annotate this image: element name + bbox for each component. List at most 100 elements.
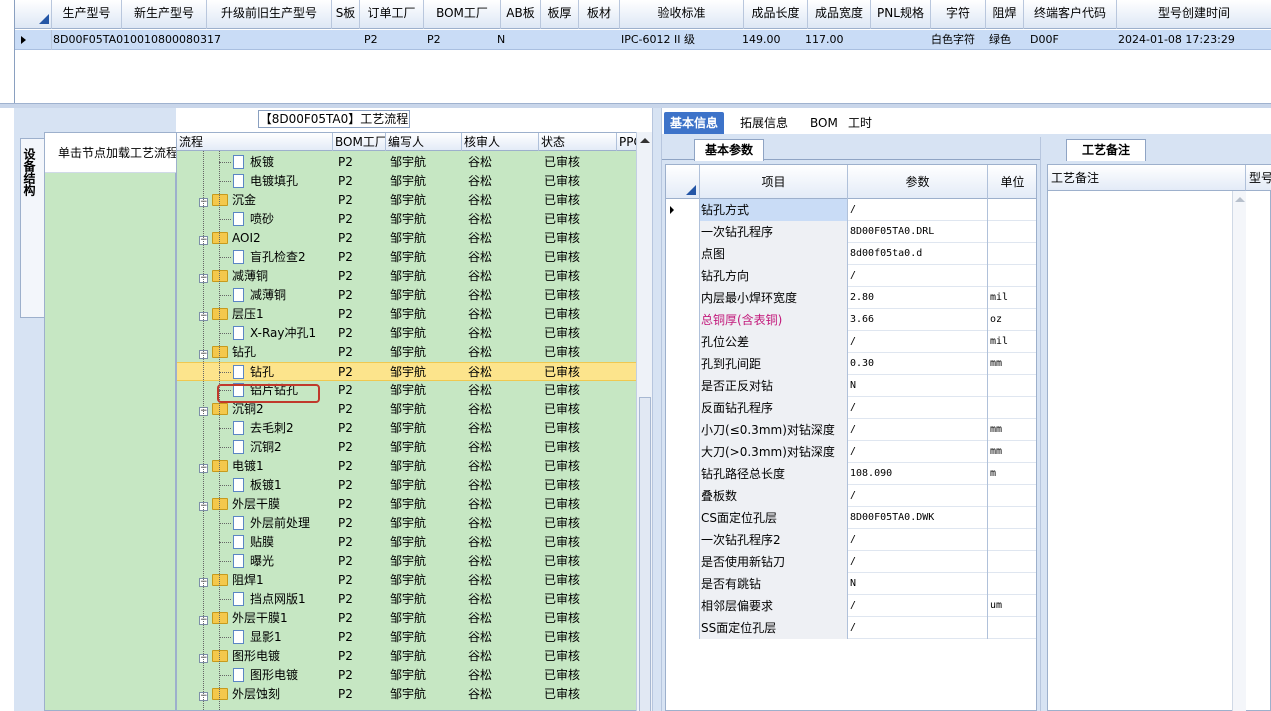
tree-scrollbar[interactable]: [636, 132, 652, 711]
cell-width[interactable]: 117.00: [805, 30, 844, 50]
tree-step-node[interactable]: 图形电镀: [219, 666, 298, 685]
list-item[interactable]: 显影1 P2 邹宇航 谷松 已审核: [177, 628, 637, 647]
list-item[interactable]: 板镀 P2 邹宇航 谷松 已审核: [177, 153, 637, 172]
table-row[interactable]: 钻孔路径总长度 108.090 m: [666, 463, 1036, 485]
param-value[interactable]: N: [848, 573, 988, 595]
row-indicator[interactable]: [666, 463, 700, 485]
cell-created[interactable]: 2024-01-08 17:23:29: [1118, 30, 1235, 50]
col-header-pnl[interactable]: PNL规格: [871, 0, 931, 29]
cell-character[interactable]: 白色字符: [931, 30, 975, 50]
table-row[interactable]: 反面钻孔程序 /: [666, 397, 1036, 419]
cell-solder-mask[interactable]: 绿色: [989, 30, 1011, 50]
col-header-material[interactable]: 板材: [579, 0, 620, 29]
table-row[interactable]: 一次钻孔程序2/: [666, 529, 1036, 551]
cell-length[interactable]: 149.00: [742, 30, 781, 50]
tree-folder-node[interactable]: − 电镀1: [199, 457, 264, 476]
tree-step-node[interactable]: 盲孔检查2: [219, 248, 306, 267]
list-item[interactable]: − 沉金 P2 邹宇航 谷松 已审核: [177, 191, 637, 210]
col-header-s-board[interactable]: S板: [332, 0, 360, 29]
vertical-splitter[interactable]: [652, 108, 662, 711]
col-header-customer-code[interactable]: 终端客户代码: [1024, 0, 1117, 29]
param-value[interactable]: 3.66: [848, 309, 988, 331]
row-indicator[interactable]: [666, 353, 700, 375]
list-item[interactable]: − 钻孔 P2 邹宇航 谷松 已审核: [177, 343, 637, 362]
tree-step-node[interactable]: 去毛刺2: [219, 419, 294, 438]
param-value[interactable]: /: [848, 529, 988, 551]
tree-folder-node[interactable]: − 钻孔: [199, 343, 256, 362]
list-item[interactable]: − AOI2 P2 邹宇航 谷松 已审核: [177, 229, 637, 248]
remark-scrollbar[interactable]: [1232, 191, 1246, 711]
col-header-item[interactable]: 项目: [700, 165, 848, 199]
row-indicator[interactable]: [666, 331, 700, 353]
row-indicator[interactable]: [666, 441, 700, 463]
tab-process-remark[interactable]: 工艺备注: [1066, 139, 1146, 161]
param-value[interactable]: /: [848, 199, 988, 221]
row-indicator[interactable]: [666, 617, 700, 639]
table-row[interactable]: 孔位公差 / mil: [666, 331, 1036, 353]
row-indicator[interactable]: [666, 397, 700, 419]
param-value[interactable]: 2.80: [848, 287, 988, 309]
param-value[interactable]: 108.090: [848, 463, 988, 485]
table-row[interactable]: CS面定位孔层 8D00F05TA0.DWK: [666, 507, 1036, 529]
list-item[interactable]: − 图形电镀 P2 邹宇航 谷松 已审核: [177, 647, 637, 666]
row-indicator[interactable]: [666, 595, 700, 617]
table-row[interactable]: SS面定位孔层 /: [666, 617, 1036, 639]
list-item[interactable]: − 电镀1 P2 邹宇航 谷松 已审核: [177, 457, 637, 476]
tree-folder-node[interactable]: − 外层干膜1: [199, 609, 288, 628]
col-header-bom-factory[interactable]: BOM工厂: [424, 0, 501, 29]
table-row[interactable]: 是否使用新钻刀 /: [666, 551, 1036, 573]
table-row[interactable]: 点图 8d00f05ta0.d: [666, 243, 1036, 265]
cell-bom-factory[interactable]: P2: [427, 30, 441, 50]
tree-folder-node[interactable]: − 阻焊1: [199, 571, 264, 590]
col-header-bom-factory[interactable]: BOM工厂: [333, 133, 386, 151]
list-item[interactable]: 沉铜2 P2 邹宇航 谷松 已审核: [177, 438, 637, 457]
tree-folder-node[interactable]: − 沉金: [199, 191, 256, 210]
col-header-reviewer[interactable]: 核审人: [462, 133, 539, 151]
col-header-new-model[interactable]: 新生产型号: [122, 0, 207, 29]
param-value[interactable]: /: [848, 617, 988, 639]
param-value[interactable]: /: [848, 331, 988, 353]
tree-step-node[interactable]: 贴膜: [219, 533, 274, 552]
list-item[interactable]: 外层前处理 P2 邹宇航 谷松 已审核: [177, 514, 637, 533]
list-item[interactable]: − 层压1 P2 邹宇航 谷松 已审核: [177, 305, 637, 324]
tree-step-node[interactable]: 板镀1: [219, 476, 282, 495]
grid-corner[interactable]: [666, 165, 700, 199]
tree-folder-node[interactable]: − AOI2: [199, 229, 261, 248]
param-value[interactable]: /: [848, 551, 988, 573]
col-header-unit[interactable]: 单位: [988, 165, 1036, 199]
col-header-status[interactable]: 状态: [539, 133, 617, 151]
cell-order-factory[interactable]: P2: [364, 30, 378, 50]
table-row[interactable]: 小刀(≤0.3mm)对钻深度 / mm: [666, 419, 1036, 441]
tree-step-node[interactable]: 减薄铜: [219, 286, 286, 305]
table-row[interactable]: 内层最小焊环宽度 2.80 mil: [666, 287, 1036, 309]
remark-splitter[interactable]: [1040, 137, 1045, 711]
tree-step-node[interactable]: 外层前处理: [219, 514, 310, 533]
tree-folder-node[interactable]: − 层压1: [199, 305, 264, 324]
table-row[interactable]: 是否正反对钻 N: [666, 375, 1036, 397]
grid-corner[interactable]: [15, 0, 52, 29]
table-row[interactable]: 孔到孔间距 0.30 mm: [666, 353, 1036, 375]
table-row[interactable]: 钻孔方式 /: [666, 199, 1036, 221]
col-header-remark[interactable]: 工艺备注: [1048, 165, 1246, 191]
tree-folder-node[interactable]: − 外层干膜: [199, 495, 280, 514]
tree-step-node[interactable]: 板镀: [219, 153, 274, 172]
tree-step-node[interactable]: 挡点网版1: [219, 590, 306, 609]
horizontal-splitter[interactable]: [0, 103, 1271, 108]
list-item[interactable]: 挡点网版1 P2 邹宇航 谷松 已审核: [177, 590, 637, 609]
table-row[interactable]: 总铜厚(含表铜) 3.66 oz: [666, 309, 1036, 331]
param-value[interactable]: /: [848, 485, 988, 507]
load-flow-hint[interactable]: 单击节点加载工艺流程: [45, 133, 176, 173]
param-value[interactable]: N: [848, 375, 988, 397]
list-item[interactable]: 去毛刺2 P2 邹宇航 谷松 已审核: [177, 419, 637, 438]
col-header-flow[interactable]: 流程: [177, 133, 333, 151]
table-row[interactable]: 一次钻孔程序 8D00F05TA0.DRL: [666, 221, 1036, 243]
col-header-standard[interactable]: 验收标准: [620, 0, 744, 29]
table-row[interactable]: 钻孔方向 /: [666, 265, 1036, 287]
tree-folder-node[interactable]: − 减薄铜: [199, 267, 268, 286]
row-indicator[interactable]: [666, 199, 700, 221]
col-header-thickness[interactable]: 板厚: [541, 0, 579, 29]
cell-standard[interactable]: IPC-6012 II 级: [621, 30, 695, 50]
col-header-created[interactable]: 型号创建时间: [1117, 0, 1271, 29]
col-header-writer[interactable]: 编写人: [386, 133, 462, 151]
param-value[interactable]: /: [848, 397, 988, 419]
